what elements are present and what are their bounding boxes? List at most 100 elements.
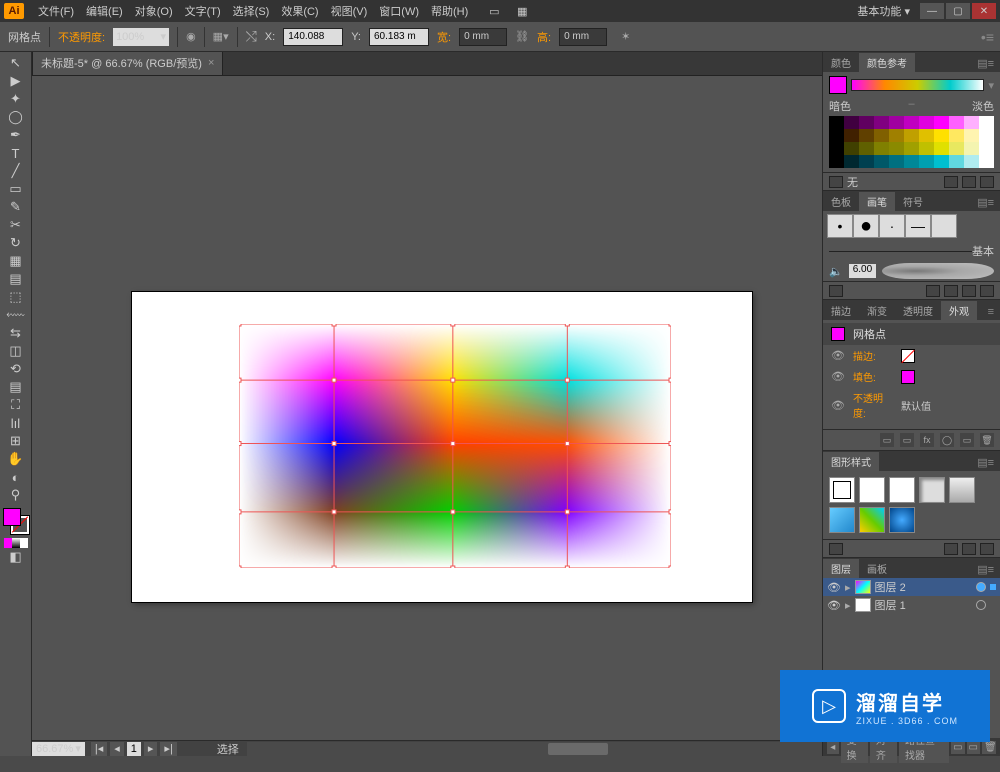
tool-15[interactable]: ⇆ bbox=[2, 324, 30, 342]
appearance-row[interactable]: 👁填色: bbox=[823, 366, 1000, 387]
foot-icon-1[interactable] bbox=[944, 176, 958, 188]
menu-item[interactable]: 文件(F) bbox=[32, 0, 80, 22]
swatch[interactable] bbox=[829, 155, 844, 168]
bottom-collapse-icon[interactable]: ◂ bbox=[827, 741, 839, 754]
swatch[interactable] bbox=[904, 142, 919, 155]
menu-item[interactable]: 选择(S) bbox=[227, 0, 276, 22]
swatch[interactable] bbox=[919, 116, 934, 129]
swatch[interactable] bbox=[904, 129, 919, 142]
swatch[interactable] bbox=[829, 142, 844, 155]
menu-item[interactable]: 对象(O) bbox=[129, 0, 179, 22]
visibility-icon[interactable]: 👁 bbox=[831, 399, 845, 412]
brush-4[interactable]: — bbox=[905, 214, 931, 238]
page-number[interactable]: 1 bbox=[127, 742, 141, 756]
hscroll-thumb[interactable] bbox=[548, 743, 608, 755]
workspace-switcher[interactable]: 基本功能 ▾ bbox=[849, 3, 918, 19]
style-foot-1[interactable] bbox=[944, 543, 958, 555]
swatch[interactable] bbox=[859, 116, 874, 129]
tool-13[interactable]: ⬚ bbox=[2, 288, 30, 306]
prev-page-icon[interactable]: ◂ bbox=[110, 742, 124, 756]
panel-menu-icon[interactable]: ▤≡ bbox=[971, 55, 1000, 72]
brush-speaker-icon[interactable]: 🔈 bbox=[829, 265, 843, 278]
layer-name[interactable]: 图层 1 bbox=[875, 597, 972, 613]
base-color-swatch[interactable] bbox=[829, 76, 847, 94]
swatch[interactable] bbox=[934, 129, 949, 142]
harmony-strip[interactable] bbox=[851, 79, 984, 91]
swatch[interactable] bbox=[859, 129, 874, 142]
maximize-button[interactable]: ▢ bbox=[946, 3, 970, 19]
styles-grid[interactable] bbox=[823, 471, 1000, 539]
style-foot-3[interactable] bbox=[980, 543, 994, 555]
last-page-icon[interactable]: ▸| bbox=[160, 742, 176, 756]
bottom-foot-3[interactable]: 🗑 bbox=[982, 741, 996, 754]
color-mode-toggle[interactable] bbox=[4, 538, 28, 548]
appearance-swatch[interactable] bbox=[901, 370, 915, 384]
appearance-head[interactable]: 网格点 bbox=[823, 323, 1000, 345]
artboard-nav[interactable]: |◂ ◂ 1 ▸ ▸| bbox=[91, 742, 177, 756]
swatch[interactable] bbox=[874, 129, 889, 142]
menu-item[interactable]: 视图(V) bbox=[325, 0, 374, 22]
bottom-foot-1[interactable]: ▭ bbox=[951, 741, 964, 754]
panel-menu-icon[interactable]: ▤≡ bbox=[971, 454, 1000, 471]
edit-colors-icon[interactable] bbox=[829, 176, 843, 188]
fill-stroke-control[interactable] bbox=[3, 508, 29, 534]
swatch[interactable] bbox=[859, 155, 874, 168]
swatch[interactable] bbox=[964, 142, 979, 155]
tool-7[interactable]: ▭ bbox=[2, 180, 30, 198]
tool-12[interactable]: ▤ bbox=[2, 270, 30, 288]
tool-9[interactable]: ✂ bbox=[2, 216, 30, 234]
tool-3[interactable]: ◯ bbox=[2, 108, 30, 126]
swatch[interactable] bbox=[934, 116, 949, 129]
first-page-icon[interactable]: |◂ bbox=[91, 742, 107, 756]
style-2[interactable] bbox=[859, 477, 885, 503]
tool-22[interactable]: ✋ bbox=[2, 450, 30, 468]
tab-symbols[interactable]: 符号 bbox=[895, 192, 931, 211]
layer-target-icon[interactable] bbox=[976, 582, 986, 592]
tab-brushes[interactable]: 画笔 bbox=[859, 192, 895, 211]
tab-layers[interactable]: 图层 bbox=[823, 559, 859, 578]
layer-row[interactable]: 👁▸图层 1 bbox=[823, 596, 1000, 614]
swatch[interactable] bbox=[919, 142, 934, 155]
style-7[interactable] bbox=[859, 507, 885, 533]
gradient-mesh-object[interactable] bbox=[239, 324, 671, 568]
swatch[interactable] bbox=[904, 155, 919, 168]
next-page-icon[interactable]: ▸ bbox=[144, 742, 158, 756]
tool-18[interactable]: ▤ bbox=[2, 378, 30, 396]
tool-20[interactable]: lıl bbox=[2, 414, 30, 432]
brush-list[interactable]: • ● · — bbox=[823, 211, 1000, 241]
tool-16[interactable]: ◫ bbox=[2, 342, 30, 360]
tool-19[interactable]: ⛶ bbox=[2, 396, 30, 414]
tool-17[interactable]: ⟲ bbox=[2, 360, 30, 378]
visibility-icon[interactable]: 👁 bbox=[831, 349, 845, 362]
tool-8[interactable]: ✎ bbox=[2, 198, 30, 216]
swatch[interactable] bbox=[859, 142, 874, 155]
swatch[interactable] bbox=[949, 155, 964, 168]
document-icon[interactable]: ▭ bbox=[486, 3, 502, 19]
tool-23[interactable]: ◐ bbox=[2, 468, 30, 486]
menu-item[interactable]: 文字(T) bbox=[179, 0, 227, 22]
swatch[interactable] bbox=[844, 129, 859, 142]
swatch[interactable] bbox=[844, 155, 859, 168]
tool-6[interactable]: ╱ bbox=[2, 162, 30, 180]
close-button[interactable]: ✕ bbox=[972, 3, 996, 19]
menu-item[interactable]: 帮助(H) bbox=[425, 0, 474, 22]
layer-expand-icon[interactable]: ▸ bbox=[845, 581, 851, 594]
swatch[interactable] bbox=[964, 155, 979, 168]
tool-21[interactable]: ⊞ bbox=[2, 432, 30, 450]
swatch[interactable] bbox=[874, 142, 889, 155]
brush-foot-1[interactable] bbox=[926, 285, 940, 297]
brush-1[interactable]: • bbox=[827, 214, 853, 238]
swatch[interactable] bbox=[949, 129, 964, 142]
transform-icon[interactable]: ✶ bbox=[621, 30, 630, 43]
brush-2[interactable]: ● bbox=[853, 214, 879, 238]
zoom-level[interactable]: 66.67%▾ bbox=[32, 742, 85, 756]
swatch[interactable] bbox=[874, 116, 889, 129]
tab-transparency[interactable]: 透明度 bbox=[895, 301, 941, 320]
swatch[interactable] bbox=[979, 155, 994, 168]
tool-10[interactable]: ↻ bbox=[2, 234, 30, 252]
recolor-icon[interactable]: ◉ bbox=[186, 30, 196, 43]
minimize-button[interactable]: — bbox=[920, 3, 944, 19]
brush-foot-4[interactable] bbox=[980, 285, 994, 297]
swatch[interactable] bbox=[889, 142, 904, 155]
style-6[interactable] bbox=[829, 507, 855, 533]
